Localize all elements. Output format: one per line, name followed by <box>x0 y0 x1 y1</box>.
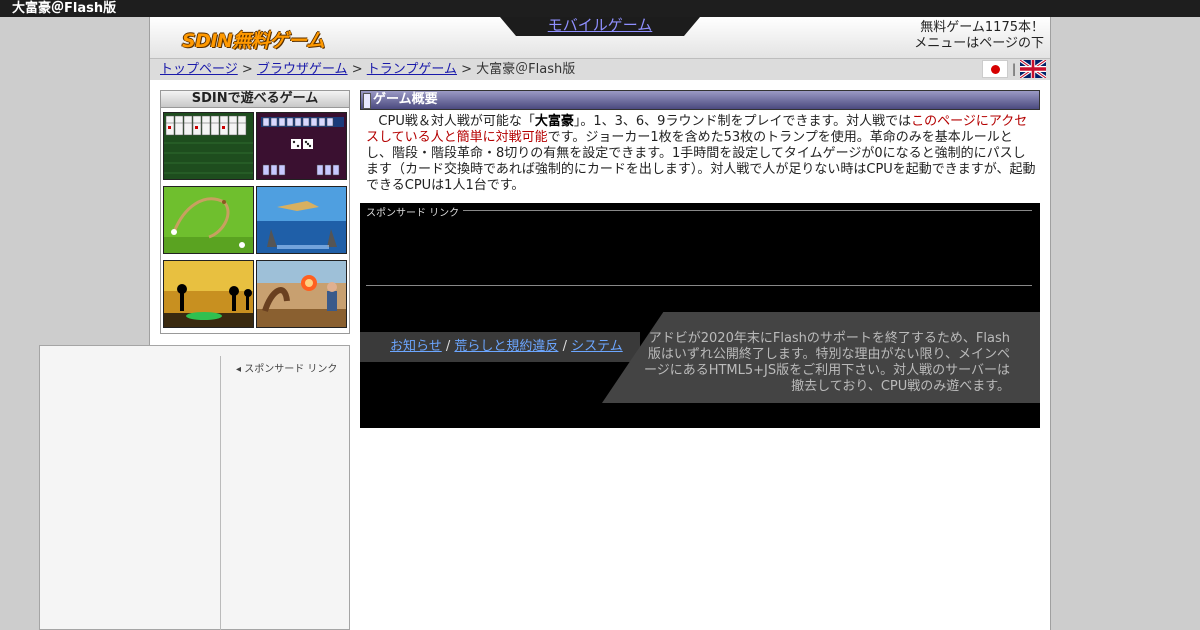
sidebar-ad-panel: ◂ スポンサード リンク <box>39 345 350 630</box>
sidebar-sponsor-label-text: スポンサード リンク <box>244 364 338 375</box>
game-count: 無料ゲーム1175本！ <box>920 20 1044 35</box>
game-thumbnail-stickman-fight[interactable] <box>163 260 254 328</box>
game-thumbnail-spider-solitaire[interactable] <box>163 112 254 180</box>
link-separator: / <box>562 339 567 354</box>
sponsor-divider-bottom <box>366 285 1032 286</box>
rules-violation-link[interactable]: 荒らしと規約違反 <box>454 339 558 354</box>
field-thumbnail-icon <box>164 187 253 253</box>
header-info: 無料ゲーム1175本！ メニューはページの下 <box>914 20 1044 52</box>
site-logo[interactable]: SDIN無料ゲーム <box>182 26 325 53</box>
game-thumbnail-dice-cards[interactable] <box>256 112 347 180</box>
game-thumbnail-western-target[interactable] <box>256 260 347 328</box>
solitaire-thumbnail-icon <box>164 113 253 179</box>
sidebar-sponsor-label: ◂ スポンサード リンク <box>236 360 337 375</box>
breadcrumb-separator: > <box>461 62 473 77</box>
news-link[interactable]: お知らせ <box>390 339 442 354</box>
sponsor-label: スポンサード リンク <box>366 204 464 219</box>
game-thumbnail-field-game[interactable] <box>163 186 254 254</box>
ad-divider <box>220 356 221 630</box>
site-header: SDIN無料ゲーム モバイルゲーム 無料ゲーム1175本！ メニューはページの下 <box>150 17 1050 59</box>
games-panel: SDINで遊べるゲーム <box>160 90 350 334</box>
flash-end-notice: アドビが2020年末にFlashのサポートを終了するため、Flash版はいずれ公… <box>643 331 1010 394</box>
breadcrumb-current: 大富豪＠Flash版 <box>476 62 576 77</box>
language-selector: | <box>981 60 1046 78</box>
description-part-2: 」。1、3、6、9ラウンド制をプレイできます。対人戦では <box>573 114 912 129</box>
dice-thumbnail-icon <box>257 113 346 179</box>
game-thumbnail-ocean-battle[interactable] <box>256 186 347 254</box>
caret-left-icon: ◂ <box>236 364 242 375</box>
breadcrumb-bar: トップページ > ブラウザゲーム > トランプゲーム > 大富豪＠Flash版 … <box>150 59 1050 80</box>
description-part-1: CPU戦＆対人戦が可能な「 <box>378 114 535 129</box>
game-area: スポンサード リンク お知らせ / 荒らしと規約違反 / システム アドビが20… <box>360 203 1040 428</box>
mobile-games-link[interactable]: モバイルゲーム <box>500 17 700 34</box>
stickman-thumbnail-icon <box>164 261 253 327</box>
breadcrumb-separator: > <box>241 62 253 77</box>
breadcrumb-separator: > <box>351 62 363 77</box>
overview-section-title: ゲーム概要 <box>360 90 1040 110</box>
flag-separator: | <box>1011 62 1016 76</box>
game-description: CPU戦＆対人戦が可能な「大富豪」。1、3、6、9ラウンド制をプレイできます。対… <box>366 114 1036 194</box>
sponsor-divider-top <box>366 210 1032 211</box>
japan-flag-icon[interactable] <box>981 60 1008 78</box>
link-separator: / <box>445 339 451 354</box>
breadcrumb-top[interactable]: トップページ <box>160 62 238 77</box>
games-panel-title: SDINで遊べるゲーム <box>161 91 349 108</box>
notice-links: お知らせ / 荒らしと規約違反 / システム <box>360 332 640 362</box>
western-thumbnail-icon <box>257 261 346 327</box>
breadcrumb-card-games[interactable]: トランプゲーム <box>367 62 457 77</box>
menu-hint: メニューはページの下 <box>914 36 1044 51</box>
system-link[interactable]: システム <box>571 339 623 354</box>
window-title: 大富豪＠Flash版 <box>0 0 1200 17</box>
breadcrumb: トップページ > ブラウザゲーム > トランプゲーム > 大富豪＠Flash版 <box>160 62 575 77</box>
game-name: 大富豪 <box>534 114 574 129</box>
ocean-thumbnail-icon <box>257 187 346 253</box>
uk-flag-icon[interactable] <box>1020 60 1046 78</box>
breadcrumb-browser-games[interactable]: ブラウザゲーム <box>257 62 348 77</box>
